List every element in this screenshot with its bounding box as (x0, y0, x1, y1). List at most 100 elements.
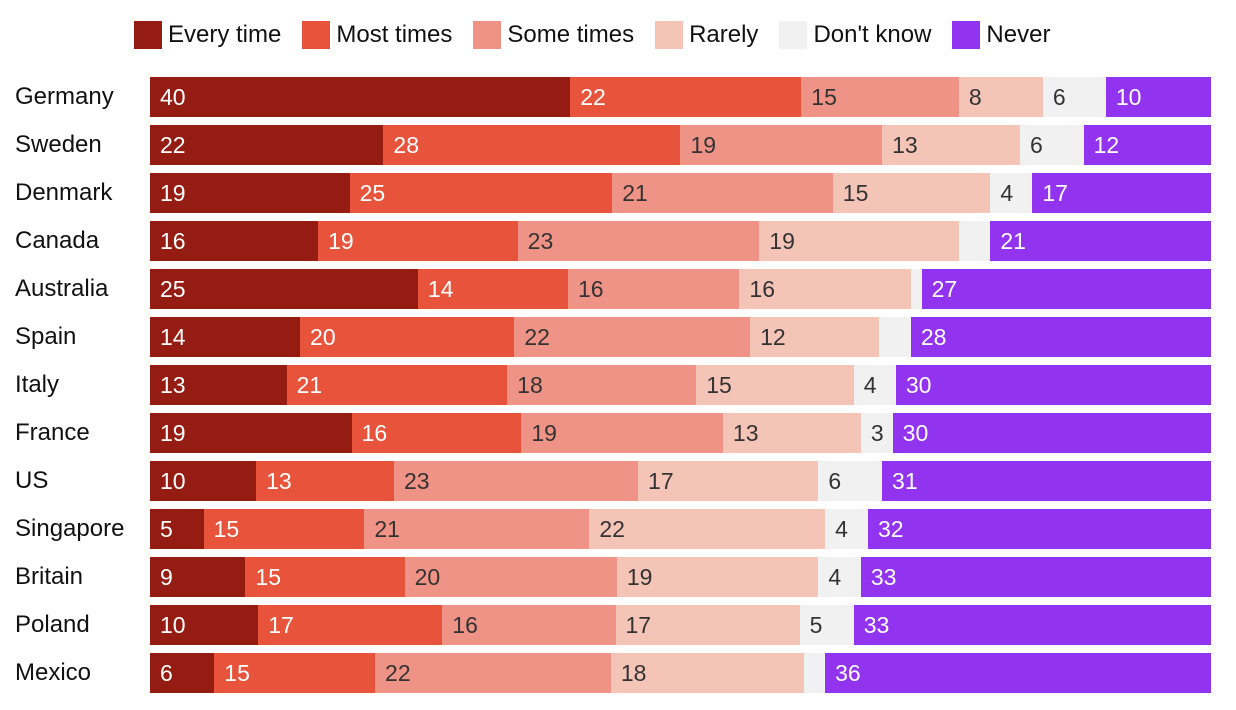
data-label: 21 (374, 516, 400, 542)
bar-segment: 23 (517, 221, 760, 261)
data-label: 15 (213, 516, 240, 542)
data-label: 4 (1000, 180, 1014, 206)
data-label: 9 (160, 564, 173, 590)
data-label: 6 (160, 660, 173, 686)
bar-segment: 40 (150, 77, 571, 117)
bar-segment: 33 (860, 557, 1211, 597)
bar-segment: 19 (521, 413, 723, 453)
bar-segment: 21 (364, 509, 590, 549)
data-label: 15 (706, 372, 732, 398)
bar-segment: 14 (150, 317, 301, 357)
category-label: Canada (15, 227, 100, 254)
data-label: 15 (255, 564, 282, 590)
bar-segment (803, 653, 826, 693)
bar-segment: 16 (567, 269, 740, 309)
data-label: 4 (835, 516, 848, 542)
category-label: Denmark (15, 179, 113, 206)
data-label: 10 (1115, 84, 1142, 110)
bar-segment (958, 221, 991, 261)
bar-row: 10 17 16 17 5 33 (150, 605, 1211, 645)
category-label: Spain (15, 323, 77, 350)
data-label: 19 (160, 420, 186, 446)
bar-segment: 36 (825, 653, 1211, 693)
bar-segment: 30 (892, 413, 1211, 453)
bar-segment: 15 (801, 77, 959, 117)
bar-segment: 8 (958, 77, 1043, 117)
category-label: US (15, 467, 49, 494)
category-label: Sweden (15, 131, 102, 158)
bar-segment: 17 (638, 461, 819, 501)
data-label: 22 (599, 516, 625, 542)
bar-segment: 6 (150, 653, 215, 693)
bar-segment: 28 (383, 125, 681, 165)
bar-segment: 22 (375, 653, 611, 693)
data-label: 16 (577, 276, 604, 302)
bar-segment: 9 (150, 557, 246, 597)
data-label: 25 (160, 276, 186, 302)
bar-segment: 17 (615, 605, 800, 645)
bar-row: 9 15 20 19 4 33 (150, 557, 1211, 597)
bar-segment: 21 (990, 221, 1211, 261)
data-label: 8 (968, 84, 982, 110)
data-label: 19 (626, 564, 653, 590)
bar-row: 10 13 23 17 6 31 (150, 461, 1211, 501)
data-label: 19 (160, 180, 186, 206)
bar-segment: 15 (245, 557, 405, 597)
data-label: 4 (863, 372, 877, 398)
data-label: 22 (160, 132, 186, 158)
bar-segment: 6 (1019, 125, 1084, 165)
data-label: 14 (160, 324, 186, 350)
data-label: 20 (414, 564, 441, 590)
bar-row: 25 14 16 16 27 (150, 269, 1211, 309)
data-label: 16 (160, 228, 186, 254)
bar-segment: 6 (1042, 77, 1106, 117)
bar-segment: 19 (759, 221, 959, 261)
bar-segment: 12 (1083, 125, 1211, 165)
bar-row: 14 20 22 12 28 (150, 317, 1211, 357)
bar-segment: 16 (442, 605, 616, 645)
bar-segment: 22 (514, 317, 751, 357)
data-label: 33 (870, 564, 897, 590)
bar-segment: 19 (616, 557, 819, 597)
data-label: 17 (268, 612, 294, 638)
stacked-bar-chart: Germany 40 22 15 8 6 10 Sweden 22 28 19 13 6 12 Denmar… (0, 0, 1236, 710)
data-label: 10 (160, 468, 186, 494)
data-label: 31 (892, 468, 918, 494)
bar-segment (878, 317, 911, 357)
data-label: 30 (905, 372, 932, 398)
data-label: 4 (828, 564, 842, 590)
bar-segment: 5 (799, 605, 854, 645)
bar-row: 5 15 21 22 4 32 (150, 509, 1211, 549)
bar-segment: 23 (394, 461, 639, 501)
bar-segment: 6 (818, 461, 883, 501)
data-label: 12 (760, 324, 786, 350)
data-label: 13 (732, 420, 759, 446)
bar-segment: 25 (150, 269, 418, 309)
bar-segment: 16 (739, 269, 911, 309)
data-label: 22 (580, 84, 606, 110)
bar-segment: 15 (203, 509, 365, 549)
bar-segment: 13 (882, 125, 1020, 165)
data-label: 19 (531, 420, 557, 446)
bar-segment: 4 (825, 509, 868, 549)
bar-segment: 10 (1105, 77, 1211, 117)
data-label: 13 (892, 132, 918, 158)
bar-segment: 22 (570, 77, 802, 117)
data-label: 19 (769, 228, 795, 254)
bar-segment: 20 (404, 557, 617, 597)
bar-row: 16 19 23 19 21 (150, 221, 1211, 261)
data-label: 18 (517, 372, 543, 398)
bar-row: 19 16 19 13 3 30 (150, 413, 1211, 453)
data-label: 18 (620, 660, 647, 686)
bar-segment: 10 (150, 461, 257, 501)
data-label: 13 (266, 468, 292, 494)
bar-segment: 22 (150, 125, 384, 165)
data-label: 17 (625, 612, 652, 638)
bar-segment: 15 (832, 173, 991, 213)
bar-segment: 4 (818, 557, 861, 597)
bar-segment: 27 (921, 269, 1211, 309)
data-label: 10 (160, 612, 186, 638)
data-label: 40 (160, 84, 186, 110)
bar-row: 40 22 15 8 6 10 (150, 77, 1211, 117)
bar-segment: 17 (1032, 173, 1211, 213)
